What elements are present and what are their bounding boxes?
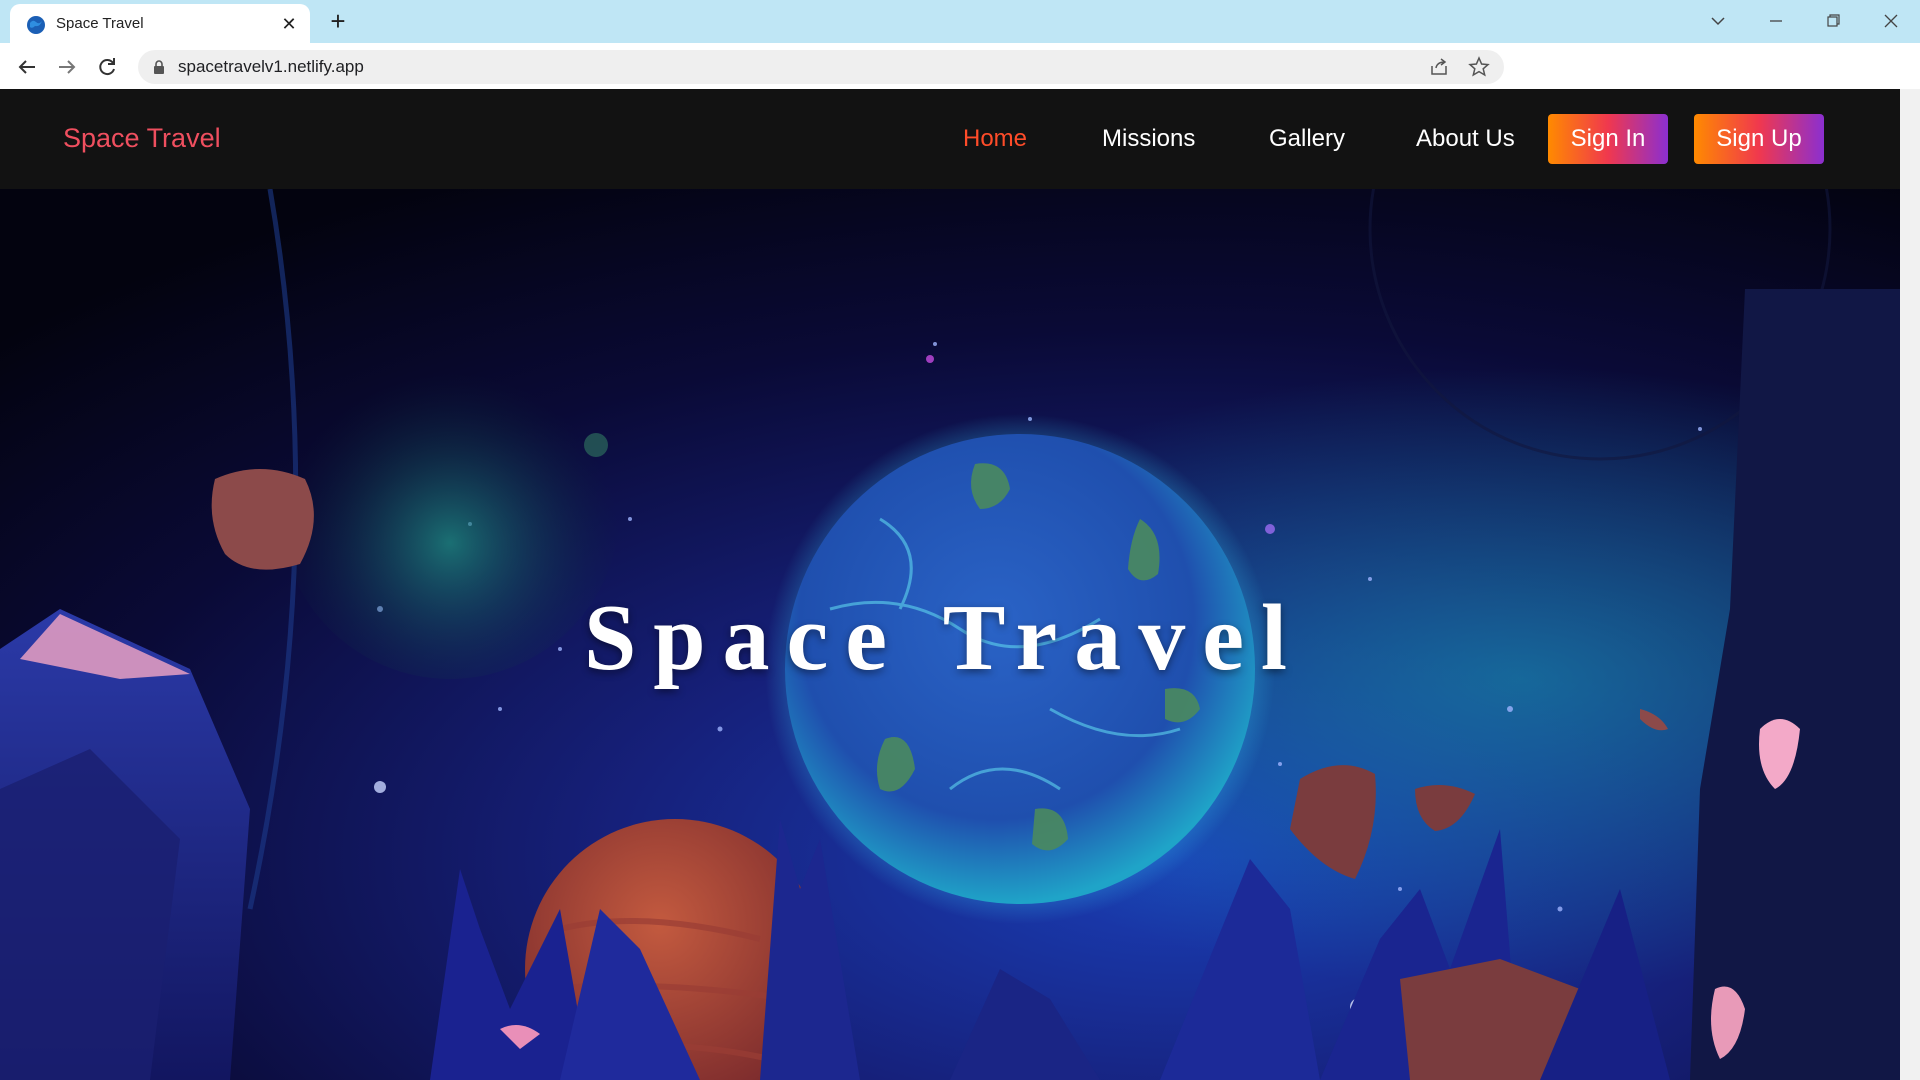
sign-in-button[interactable]: Sign In: [1548, 114, 1668, 164]
nav-gallery-link[interactable]: Gallery: [1269, 125, 1345, 153]
tab-close-icon[interactable]: ✕: [278, 13, 300, 35]
bookmark-star-icon[interactable]: [1468, 56, 1490, 78]
restore-icon[interactable]: [1810, 6, 1856, 36]
hero-section: Space Travel: [0, 189, 1900, 1080]
site-navbar: Space Travel Home Missions Gallery About…: [0, 89, 1900, 189]
page-scrollbar[interactable]: [1900, 89, 1920, 1080]
lock-icon: [154, 60, 164, 74]
hero-title: Space Travel: [583, 586, 1305, 690]
minimize-icon[interactable]: [1753, 6, 1799, 36]
browser-tab[interactable]: Space Travel ✕: [10, 4, 310, 43]
nav-home-link[interactable]: Home: [963, 125, 1027, 153]
back-arrow-icon[interactable]: [13, 53, 41, 81]
new-tab-icon[interactable]: +: [324, 8, 352, 36]
sign-up-button[interactable]: Sign Up: [1694, 114, 1824, 164]
tab-search-chevron-icon[interactable]: [1695, 6, 1741, 36]
site-brand-logo[interactable]: Space Travel: [63, 123, 221, 154]
browser-tab-strip: Space Travel ✕ +: [0, 0, 1920, 43]
globe-favicon-icon: [27, 16, 45, 34]
url-text: spacetravelv1.netlify.app: [178, 57, 364, 76]
close-window-icon[interactable]: [1868, 6, 1914, 36]
forward-arrow-icon[interactable]: [53, 53, 81, 81]
nav-about-us-link[interactable]: About Us: [1416, 125, 1515, 153]
url-input[interactable]: spacetravelv1.netlify.app: [138, 50, 1504, 84]
reload-icon[interactable]: [93, 53, 121, 81]
nav-missions-link[interactable]: Missions: [1102, 125, 1195, 153]
website-viewport: Space Travel Home Missions Gallery About…: [0, 89, 1900, 1080]
share-icon[interactable]: [1428, 56, 1450, 78]
tab-title: Space Travel: [56, 15, 144, 32]
address-bar-row: spacetravelv1.netlify.app: [0, 43, 1920, 90]
